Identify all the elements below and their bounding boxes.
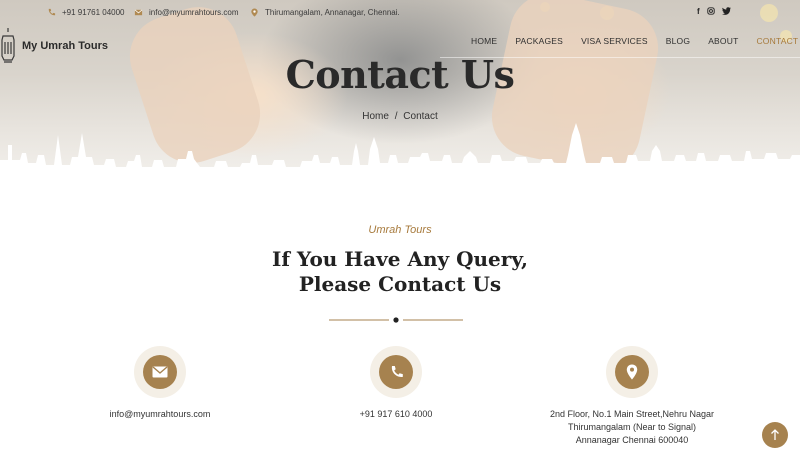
social-links: f: [697, 7, 731, 16]
envelope-icon: [152, 366, 168, 378]
city-skyline-silhouette: [0, 123, 800, 185]
topbar-email[interactable]: info@myumrahtours.com: [134, 8, 238, 17]
brand-name: My Umrah Tours: [22, 40, 108, 52]
section-eyebrow: Umrah Tours: [368, 224, 432, 236]
heading-divider: [329, 317, 463, 323]
facebook-icon[interactable]: f: [697, 7, 700, 16]
nav-contact[interactable]: CONTACT: [756, 36, 798, 46]
address-line-2: Thirumangalam (Near to Signal): [567, 422, 697, 432]
phone-icon: [391, 365, 403, 377]
breadcrumb: Home / Contact: [0, 111, 800, 122]
location-pin-icon: [626, 364, 638, 380]
address-line-3: Annanagar Chennai 600040: [575, 435, 689, 445]
scroll-to-top-button[interactable]: [762, 422, 788, 448]
nav-packages[interactable]: PACKAGES: [515, 36, 563, 46]
top-contact-bar: +91 91761 04000 info@myumrahtours.com Th…: [0, 0, 800, 26]
section-heading: If You Have Any Query, Please Contact Us: [0, 247, 800, 297]
contact-card-address: 2nd Floor, No.1 Main Street,Nehru Nagar …: [482, 346, 782, 447]
arrow-up-icon: [771, 429, 779, 440]
icon-badge: [370, 346, 422, 398]
breadcrumb-separator: /: [394, 111, 398, 122]
topbar-location: Thirumangalam, Annanagar, Chennai.: [250, 8, 400, 17]
main-navigation: HOME PACKAGES VISA SERVICES BLOG ABOUT C…: [471, 36, 798, 46]
topbar-phone[interactable]: +91 91761 04000: [47, 8, 125, 17]
phone-icon: [48, 8, 56, 16]
section-heading-line1: If You Have Any Query,: [271, 247, 528, 271]
nav-home[interactable]: HOME: [471, 36, 497, 46]
section-heading-line2: Please Contact Us: [298, 272, 502, 296]
location-pin-icon: [251, 8, 258, 17]
nav-blog[interactable]: BLOG: [666, 36, 690, 46]
contact-address: 2nd Floor, No.1 Main Street,Nehru Nagar …: [482, 408, 782, 447]
address-line-1: 2nd Floor, No.1 Main Street,Nehru Nagar: [549, 409, 715, 419]
nav-about[interactable]: ABOUT: [708, 36, 738, 46]
icon-badge: [606, 346, 658, 398]
breadcrumb-current: Contact: [403, 111, 438, 122]
page-title: Contact Us: [285, 52, 515, 97]
instagram-icon[interactable]: [706, 7, 715, 15]
topbar-phone-text: +91 91761 04000: [62, 8, 125, 17]
topbar-email-text: info@myumrahtours.com: [149, 8, 239, 17]
nav-visa-services[interactable]: VISA SERVICES: [581, 36, 648, 46]
icon-badge: [134, 346, 186, 398]
topbar-location-text: Thirumangalam, Annanagar, Chennai.: [265, 8, 400, 17]
breadcrumb-home[interactable]: Home: [362, 111, 389, 122]
twitter-icon[interactable]: [721, 7, 731, 15]
mail-icon: [134, 9, 143, 16]
